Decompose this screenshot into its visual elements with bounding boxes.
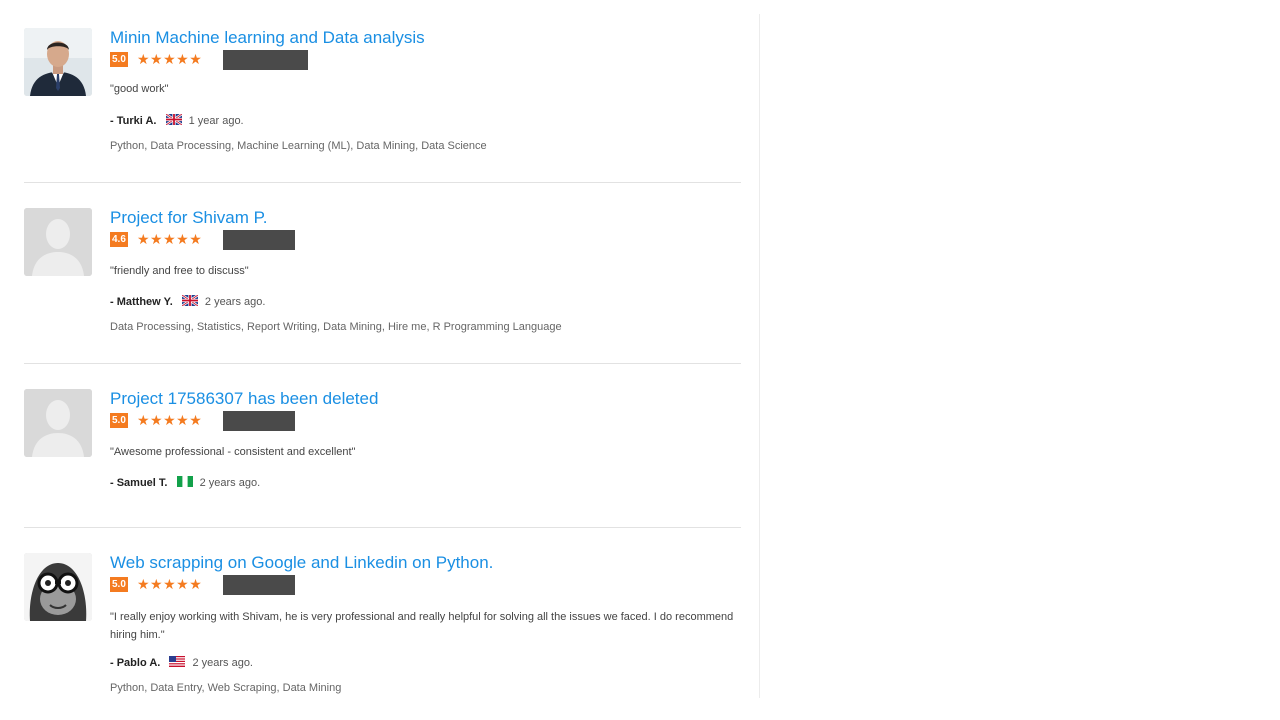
reviews-list: Minin Machine learning and Data analysis… bbox=[0, 0, 760, 720]
rating-row: 5.0 ★★★★★ bbox=[110, 50, 740, 70]
review-author-row: - Samuel T. 2 years ago. bbox=[110, 475, 260, 491]
project-title-link[interactable]: Project for Shivam P. bbox=[110, 208, 740, 228]
rating-row: 5.0 ★★★★★ bbox=[110, 575, 740, 595]
reviewer-name: - Turki A. bbox=[110, 115, 157, 127]
reviewer-avatar[interactable] bbox=[24, 28, 92, 96]
reviewer-name: - Samuel T. bbox=[110, 477, 168, 489]
default-avatar bbox=[24, 389, 92, 457]
review-item: Project 17586307 has been deleted 5.0 ★★… bbox=[24, 389, 741, 509]
rating-row: 4.6 ★★★★★ bbox=[110, 230, 740, 250]
review-quote: "Awesome professional - consistent and e… bbox=[110, 446, 356, 458]
uk-flag-icon bbox=[181, 295, 198, 306]
rating-score-badge: 5.0 bbox=[110, 413, 128, 428]
reviewer-name: - Pablo A. bbox=[110, 657, 161, 669]
review-divider bbox=[24, 182, 741, 183]
uk-flag-icon bbox=[165, 114, 182, 125]
review-time: 2 years ago. bbox=[199, 477, 261, 489]
default-avatar bbox=[24, 208, 92, 276]
review-content: Minin Machine learning and Data analysis… bbox=[110, 28, 740, 152]
redacted-amount bbox=[223, 411, 295, 431]
review-content: Project for Shivam P. 4.6 ★★★★★ "friendl… bbox=[110, 208, 740, 333]
review-author-row: - Turki A. 1 year ago. bbox=[110, 113, 244, 129]
review-quote: "I really enjoy working with Shivam, he … bbox=[110, 611, 734, 641]
nigeria-flag-icon bbox=[176, 476, 193, 487]
review-divider bbox=[24, 363, 741, 364]
review-author-row: - Matthew Y. 2 years ago. bbox=[110, 294, 265, 310]
review-time: 2 years ago. bbox=[192, 657, 253, 669]
star-rating-icon: ★★★★★ bbox=[137, 51, 203, 67]
review-item: Web scrapping on Google and Linkedin on … bbox=[24, 553, 741, 703]
review-time: 1 year ago. bbox=[188, 115, 244, 127]
project-title-link[interactable]: Minin Machine learning and Data analysis bbox=[110, 28, 740, 48]
review-quote: "good work" bbox=[110, 83, 169, 95]
reviewer-avatar[interactable] bbox=[24, 208, 92, 276]
redacted-amount bbox=[223, 230, 295, 250]
review-divider bbox=[24, 527, 741, 528]
reviewer-avatar[interactable] bbox=[24, 553, 92, 621]
review-author-row: - Pablo A. 2 years ago. bbox=[110, 655, 253, 671]
rating-score-badge: 5.0 bbox=[110, 52, 128, 67]
rating-score-badge: 5.0 bbox=[110, 577, 128, 592]
review-skills: Data Processing, Statistics, Report Writ… bbox=[110, 321, 562, 333]
redacted-amount bbox=[223, 50, 308, 70]
review-item: Minin Machine learning and Data analysis… bbox=[24, 28, 741, 168]
review-skills: Python, Data Processing, Machine Learnin… bbox=[110, 140, 487, 152]
star-rating-icon: ★★★★★ bbox=[137, 576, 203, 592]
review-time: 2 years ago. bbox=[204, 296, 266, 308]
faded-sidebar bbox=[704, 0, 1024, 720]
person-photo-avatar bbox=[24, 28, 92, 96]
rating-row: 5.0 ★★★★★ bbox=[110, 411, 740, 431]
project-title-link[interactable]: Project 17586307 has been deleted bbox=[110, 389, 740, 409]
project-title-link[interactable]: Web scrapping on Google and Linkedin on … bbox=[110, 553, 740, 573]
review-content: Project 17586307 has been deleted 5.0 ★★… bbox=[110, 389, 740, 489]
review-content: Web scrapping on Google and Linkedin on … bbox=[110, 553, 740, 694]
us-flag-icon bbox=[169, 656, 186, 667]
review-skills: Python, Data Entry, Web Scraping, Data M… bbox=[110, 682, 342, 694]
star-rating-icon: ★★★★★ bbox=[137, 412, 203, 428]
review-item: Project for Shivam P. 4.6 ★★★★★ "friendl… bbox=[24, 208, 741, 348]
star-rating-icon: ★★★★★ bbox=[137, 231, 203, 247]
rating-score-badge: 4.6 bbox=[110, 232, 128, 247]
monkey-avatar bbox=[24, 553, 92, 621]
redacted-amount bbox=[223, 575, 295, 595]
reviewer-name: - Matthew Y. bbox=[110, 296, 173, 308]
review-quote: "friendly and free to discuss" bbox=[110, 265, 249, 277]
reviewer-avatar[interactable] bbox=[24, 389, 92, 457]
